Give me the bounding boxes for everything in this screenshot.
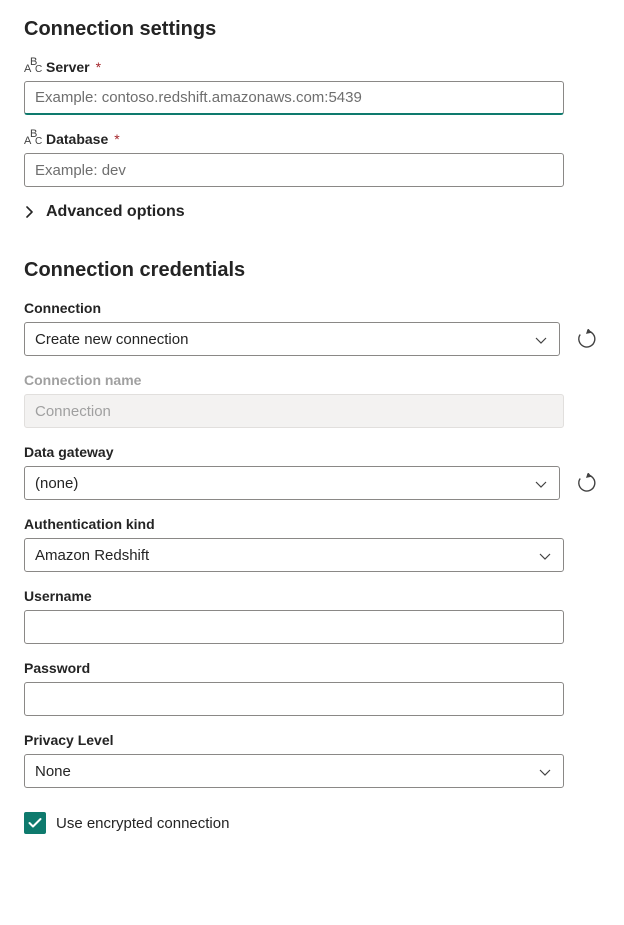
chevron-down-icon	[539, 764, 553, 778]
connection-select[interactable]: Create new connection	[24, 322, 560, 356]
chevron-right-icon	[24, 206, 36, 218]
refresh-gateway-button[interactable]	[574, 470, 600, 496]
database-input[interactable]	[24, 153, 564, 187]
text-type-icon: ABC	[24, 59, 42, 75]
server-label: Server	[46, 59, 90, 75]
password-label: Password	[24, 660, 600, 676]
username-label: Username	[24, 588, 600, 604]
connection-name-label: Connection name	[24, 372, 141, 388]
username-input[interactable]	[24, 610, 564, 644]
auth-kind-select[interactable]: Amazon Redshift	[24, 538, 564, 572]
privacy-label: Privacy Level	[24, 732, 600, 748]
required-asterisk: *	[114, 131, 119, 147]
connection-name-input: Connection	[24, 394, 564, 428]
auth-kind-label: Authentication kind	[24, 516, 600, 532]
advanced-options-label: Advanced options	[46, 203, 185, 221]
encrypted-label: Use encrypted connection	[56, 815, 229, 832]
refresh-icon	[577, 473, 597, 493]
required-asterisk: *	[96, 59, 101, 75]
privacy-select[interactable]: None	[24, 754, 564, 788]
refresh-icon	[577, 329, 597, 349]
chevron-down-icon	[539, 548, 553, 562]
section-heading-settings: Connection settings	[24, 18, 600, 41]
gateway-select[interactable]: (none)	[24, 466, 560, 500]
database-label: Database	[46, 131, 108, 147]
server-input[interactable]	[24, 81, 564, 115]
chevron-down-icon	[535, 332, 549, 346]
gateway-label: Data gateway	[24, 444, 600, 460]
password-input[interactable]	[24, 682, 564, 716]
text-type-icon: ABC	[24, 131, 42, 147]
encrypted-checkbox[interactable]	[24, 812, 46, 834]
section-heading-credentials: Connection credentials	[24, 259, 600, 282]
connection-label: Connection	[24, 300, 600, 316]
checkmark-icon	[28, 817, 42, 829]
advanced-options-expander[interactable]: Advanced options	[24, 203, 600, 221]
chevron-down-icon	[535, 476, 549, 490]
refresh-connection-button[interactable]	[574, 326, 600, 352]
